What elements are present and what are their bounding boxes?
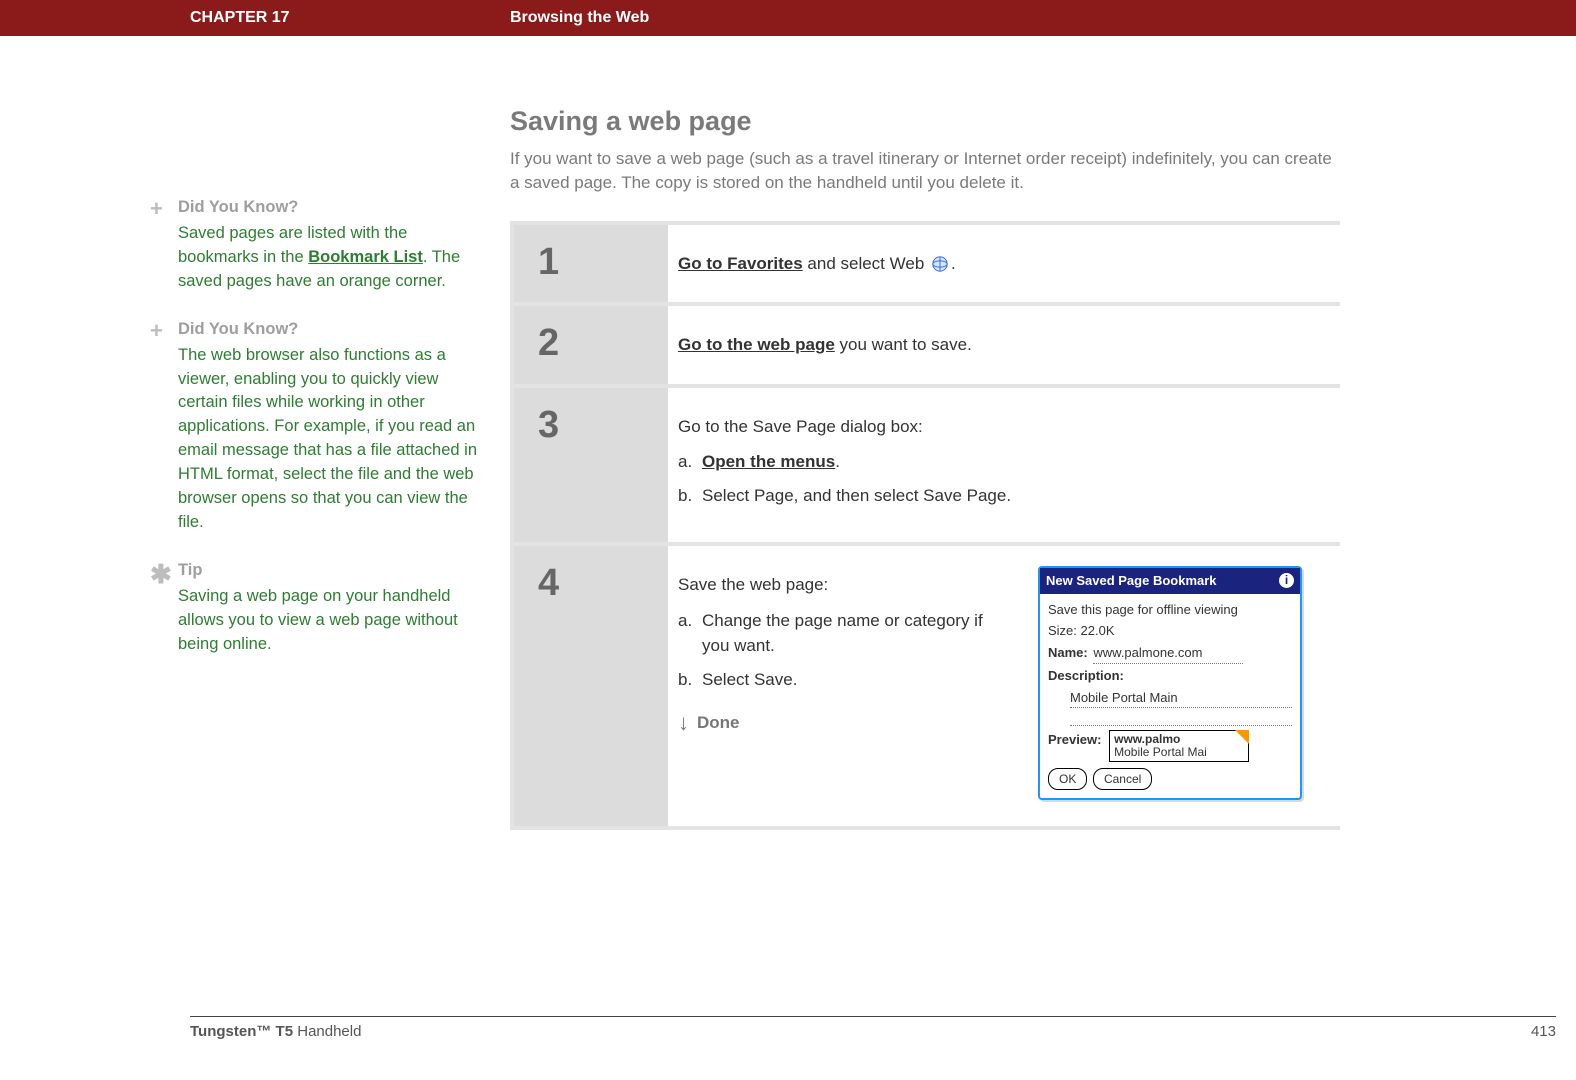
done-indicator: ↓ Done: [678, 706, 1008, 739]
header-bar: CHAPTER 17 Browsing the Web: [0, 0, 1576, 36]
step-number: 3: [514, 388, 668, 543]
step-number: 4: [514, 546, 668, 826]
step3b-text: Select Page, and then select Save Page.: [702, 483, 1011, 509]
asterisk-icon: ✱: [150, 559, 178, 657]
ok-button[interactable]: OK: [1048, 768, 1087, 790]
step-3-content: Go to the Save Page dialog box: a.Open t…: [668, 388, 1340, 543]
step4a-text: Change the page name or category if you …: [702, 608, 1008, 659]
dialog-name-row: Name: www.palmone.com: [1048, 643, 1292, 665]
tip-text: Saving a web page on your handheld allow…: [178, 585, 480, 657]
plus-icon: +: [150, 196, 178, 294]
product-rest: Handheld: [293, 1023, 361, 1040]
step3-lead: Go to the Save Page dialog box:: [678, 414, 1316, 440]
page-number: 413: [1531, 1023, 1556, 1040]
down-arrow-icon: ↓: [678, 706, 689, 739]
desc-label: Description:: [1048, 668, 1124, 683]
step-1: 1 Go to Favorites and select Web .: [514, 225, 1340, 307]
step2-text: you want to save.: [835, 335, 972, 354]
preview-box: www.palmo Mobile Portal Mai: [1109, 730, 1249, 762]
step-2: 2 Go to the web page you want to save.: [514, 306, 1340, 388]
plus-icon: +: [150, 318, 178, 535]
info-icon[interactable]: i: [1279, 573, 1294, 588]
desc-field-2[interactable]: [1070, 710, 1292, 726]
step-number: 1: [514, 225, 668, 303]
name-field[interactable]: www.palmone.com: [1093, 643, 1243, 665]
steps-container: 1 Go to Favorites and select Web . 2 Go …: [510, 221, 1340, 831]
dialog-titlebar: New Saved Page Bookmark i: [1040, 568, 1300, 594]
substep-letter: a.: [678, 608, 702, 659]
step-4: 4 Save the web page: a.Change the page n…: [514, 546, 1340, 826]
dialog-preview-row: Preview: www.palmo Mobile Portal Mai: [1048, 730, 1292, 762]
step-number: 2: [514, 306, 668, 384]
step1-tail: .: [951, 254, 956, 273]
go-to-webpage-link[interactable]: Go to the web page: [678, 335, 835, 354]
section-title: Saving a web page: [510, 106, 1340, 137]
done-label: Done: [697, 710, 740, 736]
dyk1-title: Did You Know?: [178, 196, 480, 220]
dyk1-text: Saved pages are listed with the bookmark…: [178, 222, 480, 294]
step-4-content: Save the web page: a.Change the page nam…: [668, 546, 1340, 826]
preview-label: Preview:: [1048, 732, 1101, 747]
cancel-button[interactable]: Cancel: [1093, 768, 1152, 790]
step3a-tail: .: [835, 452, 840, 471]
dyk2-title: Did You Know?: [178, 318, 480, 342]
bookmark-list-link[interactable]: Bookmark List: [308, 248, 423, 266]
dialog-instruction: Save this page for offline viewing: [1048, 600, 1292, 620]
page-footer: Tungsten™ T5 Handheld 413: [190, 1016, 1556, 1040]
main-content: Saving a web page If you want to save a …: [510, 106, 1340, 830]
name-label: Name:: [1048, 645, 1088, 660]
step-1-content: Go to Favorites and select Web .: [668, 225, 1340, 303]
dialog-buttons: OK Cancel: [1048, 768, 1292, 790]
size-label: Size:: [1048, 623, 1077, 638]
product-bold: Tungsten™ T5: [190, 1023, 293, 1040]
step1-text: and select Web: [803, 254, 929, 273]
preview-line2: Mobile Portal Mai: [1114, 745, 1207, 759]
step-2-content: Go to the web page you want to save.: [668, 306, 1340, 384]
dialog-desc-row: Description:: [1048, 666, 1292, 686]
step4-lead: Save the web page:: [678, 572, 1008, 598]
did-you-know-2: + Did You Know? The web browser also fun…: [150, 318, 480, 535]
tip-title: Tip: [178, 559, 480, 583]
dialog-size: Size: 22.0K: [1048, 621, 1292, 641]
go-to-favorites-link[interactable]: Go to Favorites: [678, 254, 803, 273]
open-menus-link[interactable]: Open the menus: [702, 452, 835, 471]
product-name: Tungsten™ T5 Handheld: [190, 1023, 361, 1040]
step4b-text: Select Save.: [702, 667, 797, 693]
size-value: 22.0K: [1081, 623, 1115, 638]
chapter-title: Browsing the Web: [510, 9, 649, 27]
page-body: + Did You Know? Saved pages are listed w…: [0, 36, 1576, 830]
chapter-label: CHAPTER 17: [190, 9, 510, 27]
intro-paragraph: If you want to save a web page (such as …: [510, 147, 1340, 195]
orange-corner-icon: [1235, 730, 1249, 744]
substep-letter: b.: [678, 667, 702, 693]
step-3: 3 Go to the Save Page dialog box: a.Open…: [514, 388, 1340, 547]
did-you-know-1: + Did You Know? Saved pages are listed w…: [150, 196, 480, 294]
preview-line1: www.palmo: [1114, 732, 1180, 746]
tip-block: ✱ Tip Saving a web page on your handheld…: [150, 559, 480, 657]
sidebar: + Did You Know? Saved pages are listed w…: [150, 106, 510, 830]
save-page-dialog: New Saved Page Bookmark i Save this page…: [1038, 566, 1302, 800]
substep-letter: a.: [678, 449, 702, 475]
web-globe-icon: [931, 255, 949, 273]
substep-letter: b.: [678, 483, 702, 509]
desc-field[interactable]: Mobile Portal Main: [1070, 688, 1292, 709]
dialog-title-text: New Saved Page Bookmark: [1046, 571, 1217, 591]
dyk2-text: The web browser also functions as a view…: [178, 344, 480, 535]
